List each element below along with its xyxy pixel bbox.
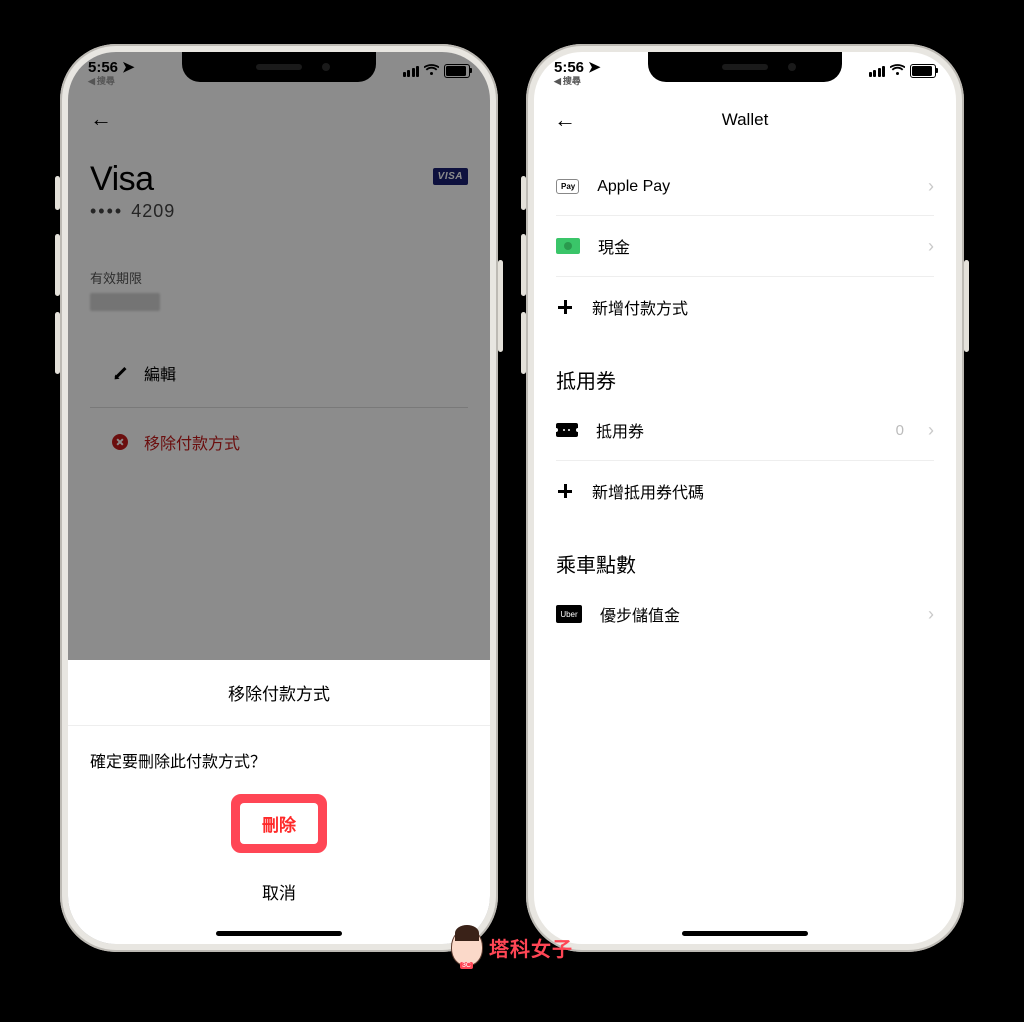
section-voucher-title: 抵用券 [556, 337, 934, 400]
chevron-right-icon: › [928, 236, 934, 257]
plus-icon [556, 298, 574, 316]
payment-row-cash[interactable]: 現金 › [556, 216, 934, 277]
wifi-icon [424, 64, 439, 78]
back-to-search[interactable]: ◀ 搜尋 [554, 77, 601, 86]
back-to-search[interactable]: ◀ 搜尋 [88, 77, 135, 86]
row-label: 現金 [598, 234, 630, 258]
notch [648, 52, 842, 82]
wifi-icon [890, 64, 905, 78]
location-arrow-icon: ➤ [588, 60, 601, 76]
add-voucher-row[interactable]: 新增抵用券代碼 [556, 461, 934, 521]
sheet-message: 確定要刪除此付款方式？ [68, 726, 490, 788]
voucher-count: 0 [896, 422, 910, 439]
chevron-right-icon: › [928, 604, 934, 625]
cancel-button[interactable]: 取消 [68, 863, 490, 920]
battery-icon [444, 64, 470, 78]
watermark-text: 塔科女子 [489, 933, 573, 962]
row-label: 優步儲值金 [600, 602, 680, 626]
sheet-title: 移除付款方式 [68, 660, 490, 726]
home-indicator[interactable] [216, 931, 342, 936]
row-label: Apple Pay [597, 178, 670, 196]
watermark: 塔科女子 [451, 928, 573, 966]
uber-icon: Uber [556, 605, 582, 623]
ticket-icon [556, 423, 578, 437]
row-label: 抵用券 [596, 418, 644, 442]
status-time: 5:56 [554, 60, 584, 76]
voucher-row[interactable]: 抵用券 0 › [556, 400, 934, 461]
signal-icon [403, 66, 420, 77]
battery-icon [910, 64, 936, 78]
watermark-avatar-icon [451, 928, 483, 966]
page-title: Wallet [722, 110, 769, 130]
phone-frame-right: 5:56 ➤ ◀ 搜尋 ← Wa [526, 44, 964, 952]
cash-icon [556, 238, 580, 254]
add-payment-row[interactable]: 新增付款方式 [556, 277, 934, 337]
section-points-title: 乘車點數 [556, 521, 934, 584]
delete-button[interactable]: 刪除 [240, 803, 318, 844]
status-time: 5:56 [88, 60, 118, 76]
apple-pay-icon: Pay [556, 179, 579, 194]
home-indicator[interactable] [682, 931, 808, 936]
action-sheet: 移除付款方式 確定要刪除此付款方式？ 刪除 取消 [68, 660, 490, 944]
signal-icon [869, 66, 886, 77]
delete-highlight-annotation: 刪除 [231, 794, 327, 853]
back-button[interactable]: ← [554, 107, 576, 133]
chevron-right-icon: › [928, 176, 934, 197]
plus-icon [556, 482, 574, 500]
location-arrow-icon: ➤ [122, 60, 135, 76]
row-label: 新增付款方式 [592, 295, 688, 319]
chevron-right-icon: › [928, 420, 934, 441]
notch [182, 52, 376, 82]
row-label: 新增抵用券代碼 [592, 479, 704, 503]
payment-row-apple-pay[interactable]: Pay Apple Pay › [556, 158, 934, 216]
uber-credit-row[interactable]: Uber 優步儲值金 › [556, 584, 934, 644]
phone-frame-left: 5:56 ➤ ◀ 搜尋 [60, 44, 498, 952]
